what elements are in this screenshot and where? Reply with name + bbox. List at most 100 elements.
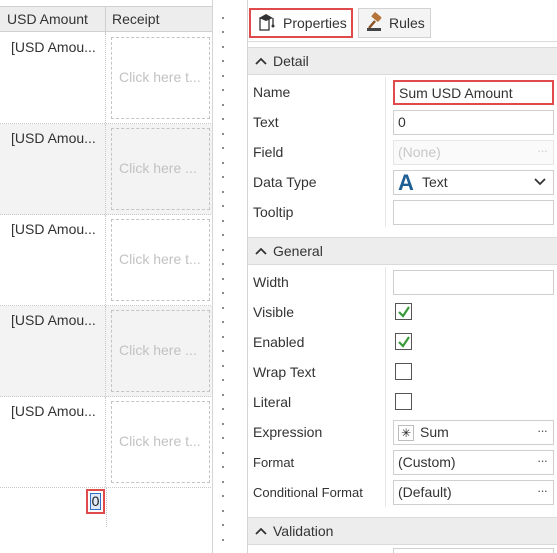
wrap-text-checkbox[interactable] (395, 363, 412, 380)
enabled-checkbox[interactable] (395, 333, 412, 350)
conditional-format-value: (Default) (398, 484, 452, 500)
grid-header: USD Amount Receipt (0, 6, 212, 33)
usd-amount-cell[interactable]: [USD Amou... (0, 124, 106, 214)
section-detail-header[interactable]: Detail (248, 47, 557, 75)
splitter-grip-dot (222, 495, 224, 497)
literal-label: Literal (253, 394, 292, 410)
splitter-grip-dot (222, 205, 224, 207)
section-validation-header[interactable]: Validation (248, 517, 557, 545)
column-header-usd-amount[interactable]: USD Amount (7, 11, 88, 27)
next-field-edge (393, 548, 554, 553)
grid-row[interactable]: [USD Amou... Click here t... (0, 397, 212, 488)
usd-amount-cell[interactable]: [USD Amou... (0, 397, 106, 487)
column-header-receipt[interactable]: Receipt (112, 11, 159, 27)
receipt-placeholder: Click here t... (119, 433, 201, 449)
receipt-upload-box[interactable]: Click here t... (111, 37, 210, 119)
ellipsis-button[interactable]: ··· (537, 483, 548, 498)
column-divider (385, 167, 386, 197)
format-field[interactable]: (Custom) ··· (393, 450, 554, 475)
property-row-format: Format (Custom) ··· (248, 447, 557, 477)
usd-amount-cell[interactable]: [USD Amou... (0, 215, 106, 305)
property-row-data-type: Data Type A Text (248, 167, 557, 197)
receipt-upload-box[interactable]: Click here ... (111, 310, 210, 392)
grid-row[interactable]: [USD Amou... Click here t... (0, 33, 212, 124)
properties-icon (259, 14, 275, 31)
literal-checkbox[interactable] (395, 393, 412, 410)
column-divider (385, 267, 386, 297)
property-row-literal: Literal (248, 387, 557, 417)
property-row-visible: Visible (248, 297, 557, 327)
format-label: Format (253, 455, 295, 470)
splitter-grip-dot (222, 365, 224, 367)
splitter-grip-dot (222, 394, 224, 396)
splitter-grip-dot (222, 220, 224, 222)
receipt-upload-box[interactable]: Click here t... (111, 219, 210, 301)
column-divider (385, 327, 386, 357)
text-type-icon: A (398, 170, 414, 195)
splitter-grip-dot (222, 408, 224, 410)
checkmark-icon (398, 306, 410, 318)
grid-row[interactable]: [USD Amou... Click here ... (0, 306, 212, 397)
section-general-header[interactable]: General (248, 237, 557, 265)
tooltip-field[interactable] (393, 200, 554, 225)
ellipsis-icon: ··· (537, 143, 548, 158)
chevron-up-icon (255, 527, 267, 535)
conditional-format-field[interactable]: (Default) ··· (393, 480, 554, 505)
data-type-select[interactable]: A Text (393, 170, 554, 195)
splitter-grip-dot (222, 379, 224, 381)
column-divider (385, 387, 386, 417)
tab-properties-label: Properties (283, 15, 347, 31)
sum-usd-amount-control[interactable]: 0 (86, 489, 105, 514)
splitter-grip-dot (222, 350, 224, 352)
checkmark-icon (398, 336, 410, 348)
tab-properties[interactable]: Properties (249, 8, 353, 38)
expression-label: Expression (253, 424, 323, 440)
properties-panel: Properties Rules Detail Name Sum USD Amo… (248, 0, 557, 553)
splitter-grip-dot (222, 437, 224, 439)
splitter-grip-dot (222, 539, 224, 541)
width-field[interactable] (393, 270, 554, 295)
splitter-grip-dot (222, 524, 224, 526)
splitter-grip-dot (222, 249, 224, 251)
property-row-width: Width (248, 267, 557, 297)
chevron-down-icon (534, 178, 546, 186)
grid-row[interactable]: [USD Amou... Click here t... (0, 215, 212, 306)
column-divider (385, 297, 386, 327)
text-field[interactable]: 0 (393, 110, 554, 135)
expression-field[interactable]: ✳ Sum ··· (393, 420, 554, 445)
usd-amount-cell[interactable]: [USD Amou... (0, 33, 106, 123)
grid-row[interactable]: [USD Amou... Click here ... (0, 124, 212, 215)
splitter-grip-dot (222, 31, 224, 33)
field-value: (None) (398, 144, 441, 160)
text-label: Text (253, 114, 279, 130)
data-type-label: Data Type (253, 174, 317, 190)
section-detail-title: Detail (273, 53, 309, 69)
expression-value: Sum (420, 424, 449, 440)
visible-label: Visible (253, 304, 294, 320)
usd-amount-value: [USD Amou... (11, 312, 96, 328)
usd-amount-cell[interactable]: [USD Amou... (0, 306, 106, 396)
receipt-placeholder: Click here t... (119, 251, 201, 267)
name-value: Sum USD Amount (399, 85, 513, 101)
panel-tab-bar: Properties Rules (248, 0, 557, 42)
form-grid: USD Amount Receipt [USD Amou... Click he… (0, 0, 213, 553)
chevron-up-icon (255, 57, 267, 65)
splitter-grip-dot (222, 292, 224, 294)
column-divider (106, 487, 107, 527)
visible-checkbox[interactable] (395, 303, 412, 320)
tab-rules[interactable]: Rules (358, 8, 431, 38)
receipt-upload-box[interactable]: Click here ... (111, 128, 210, 210)
grid-footer-row: 0 (0, 487, 212, 527)
ellipsis-button[interactable]: ··· (537, 423, 548, 438)
receipt-upload-box[interactable]: Click here t... (111, 401, 210, 483)
panel-splitter[interactable] (213, 0, 248, 553)
column-divider (385, 417, 386, 447)
name-field[interactable]: Sum USD Amount (393, 80, 554, 105)
ellipsis-button[interactable]: ··· (537, 453, 548, 468)
field-label: Field (253, 144, 284, 160)
property-row-tooltip: Tooltip (248, 197, 557, 227)
column-divider (385, 357, 386, 387)
property-row-name: Name Sum USD Amount (248, 77, 557, 107)
column-divider (385, 107, 386, 137)
splitter-grip-dot (222, 191, 224, 193)
